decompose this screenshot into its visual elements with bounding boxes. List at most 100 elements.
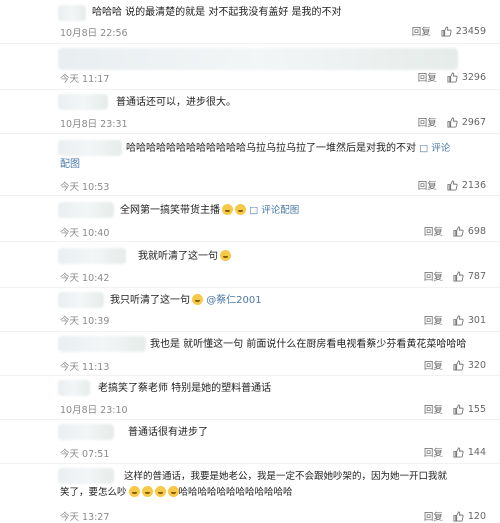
- emoji-icon: [222, 204, 233, 215]
- like-count: 301: [467, 314, 486, 326]
- comment-time: 今天 10:53: [60, 182, 110, 193]
- reply-button[interactable]: 回复: [424, 313, 443, 327]
- comment-time: 10月8日 23:31: [60, 119, 128, 130]
- comment-text: 普通话还可以，进步很大。: [116, 97, 236, 108]
- like-button[interactable]: 155: [453, 404, 486, 415]
- comment-actions: 回复 2967: [418, 115, 486, 130]
- reply-button[interactable]: 回复: [424, 224, 443, 238]
- comment-text: 老搞笑了蔡老师 特别是她的塑料普通话: [98, 383, 272, 394]
- comment-actions: 回复 320: [424, 358, 486, 373]
- thumbs-up-icon: [447, 116, 458, 128]
- blurred-username: [58, 140, 122, 156]
- emoji-icon: [235, 204, 246, 215]
- comment-6: 我只听清了这一句 @蔡仁2001 今天 10:39 回复 301: [0, 288, 500, 330]
- like-button[interactable]: 301: [453, 315, 486, 326]
- comment-text: 我也是 就听懂这一句 前面说什么在厨房看电视看蔡少芬看黄花菜哈哈哈: [150, 339, 467, 350]
- thumbs-up-icon: [447, 179, 458, 191]
- comment-time: 10月8日 22:56: [60, 28, 128, 39]
- like-button[interactable]: 144: [453, 447, 486, 458]
- thumbs-up-icon: [453, 314, 464, 326]
- like-button[interactable]: 320: [453, 360, 486, 371]
- reply-button[interactable]: 回复: [424, 402, 443, 416]
- comment-text-main: 我就听清了这一句: [138, 251, 218, 262]
- comment-actions: 回复 698: [424, 224, 486, 239]
- like-button[interactable]: 23459: [441, 26, 486, 37]
- comment-text-line1: 哈哈哈哈哈哈哈哈哈哈哈哈乌拉乌拉乌拉了一堆然后是对我的不对: [126, 143, 416, 154]
- comment-text-line1: 这样的普通话，我要是她老公，我是一定不会跟她吵架的，因为她一开口我就: [124, 471, 448, 482]
- blurred-content: [58, 48, 458, 70]
- reply-button[interactable]: 回复: [418, 115, 437, 129]
- comment-image-label: 评论配图: [261, 205, 300, 216]
- like-count: 787: [467, 270, 486, 282]
- like-button[interactable]: 698: [453, 226, 486, 237]
- blurred-username: [58, 336, 146, 352]
- blurred-username: [58, 202, 114, 218]
- like-button[interactable]: 787: [453, 271, 486, 282]
- comment-4: 全网第一搞笑带货主播 □ 评论配图 今天 10:40 回复 698: [0, 196, 500, 240]
- comment-text-main: 我只听清了这一句: [110, 295, 190, 306]
- blurred-username: [58, 424, 114, 440]
- reply-button[interactable]: 回复: [424, 358, 443, 372]
- reply-button[interactable]: 回复: [424, 269, 443, 283]
- reply-button[interactable]: 回复: [418, 70, 437, 84]
- like-count: 120: [467, 510, 486, 522]
- comment-actions: 回复 23459: [412, 24, 486, 39]
- like-count: 155: [467, 403, 486, 415]
- comment-image-link-2[interactable]: 配图: [60, 158, 80, 172]
- reply-button[interactable]: 回复: [424, 445, 443, 459]
- comment-time: 今天 10:42: [60, 273, 110, 284]
- comment-7: 我也是 就听懂这一句 前面说什么在厨房看电视看蔡少芬看黄花菜哈哈哈 今天 11:…: [0, 332, 500, 374]
- comment-actions: 回复 787: [424, 269, 486, 284]
- thumbs-up-icon: [441, 25, 452, 37]
- like-count: 3296: [461, 71, 486, 83]
- comment-time: 今天 11:17: [60, 74, 110, 85]
- comment-2: 普通话还可以，进步很大。 10月8日 23:31 回复 2967: [0, 90, 500, 132]
- like-count: 2967: [461, 116, 486, 128]
- comment-time: 今天 10:40: [60, 228, 110, 239]
- like-button[interactable]: 120: [453, 511, 486, 522]
- like-button[interactable]: 3296: [447, 72, 486, 83]
- emoji-icon: [154, 486, 166, 497]
- comment-time: 今天 13:27: [60, 512, 110, 523]
- comment-text: 哈哈哈 说的最清楚的就是 对不起我没有盖好 是我的不对: [92, 7, 342, 18]
- like-count: 320: [467, 359, 486, 371]
- comment-time: 今天 07:51: [60, 449, 110, 460]
- comment-image-link[interactable]: □ 评论: [419, 143, 450, 154]
- like-count: 144: [467, 446, 486, 458]
- comment-10: 这样的普通话，我要是她老公，我是一定不会跟她吵架的，因为她一开口我就 笑了，要怎…: [0, 464, 500, 523]
- emoji-icon: [220, 250, 231, 261]
- thumbs-up-icon: [453, 403, 464, 415]
- comment-text-line2: 笑了，要怎么吵 哈哈哈哈哈哈哈哈哈哈哈哈: [60, 486, 293, 500]
- emoji-icon: [192, 294, 203, 305]
- comment-image-link[interactable]: □ 评论配图: [249, 205, 299, 216]
- blurred-username: [58, 94, 108, 110]
- blurred-username: [58, 468, 114, 484]
- comment-0: 哈哈哈 说的最清楚的就是 对不起我没有盖好 是我的不对 10月8日 22:56 …: [0, 0, 500, 42]
- thumbs-up-icon: [453, 270, 464, 282]
- emoji-icon: [167, 486, 179, 497]
- comment-text: 普通话很有进步了: [128, 427, 208, 438]
- thumbs-up-icon: [453, 359, 464, 371]
- comment-text-laugh: 哈哈哈哈哈哈哈哈哈哈哈哈: [178, 487, 293, 498]
- comment-9: 普通话很有进步了 今天 07:51 回复 144: [0, 420, 500, 462]
- like-button[interactable]: 2136: [447, 180, 486, 191]
- comment-actions: 回复 120: [424, 509, 486, 523]
- comment-actions: 回复 3296: [418, 70, 486, 85]
- reply-button[interactable]: 回复: [424, 509, 443, 523]
- comment-time: 今天 10:39: [60, 316, 110, 327]
- comment-text: 我就听清了这一句: [138, 250, 231, 264]
- comment-image-label: 评论: [431, 143, 451, 154]
- thumbs-up-icon: [453, 446, 464, 458]
- reply-button[interactable]: 回复: [418, 178, 437, 192]
- comment-5: 我就听清了这一句 今天 10:42 回复 787: [0, 242, 500, 286]
- mention-link[interactable]: @蔡仁2001: [206, 295, 261, 306]
- comment-text-cont: 笑了，要怎么吵: [60, 487, 127, 498]
- comment-actions: 回复 301: [424, 313, 486, 328]
- comment-text: 全网第一搞笑带货主播 □ 评论配图: [120, 204, 299, 218]
- like-button[interactable]: 2967: [447, 117, 486, 128]
- comment-3: 哈哈哈哈哈哈哈哈哈哈哈哈乌拉乌拉乌拉了一堆然后是对我的不对 □ 评论 配图 今天…: [0, 134, 500, 194]
- emoji-icon: [141, 486, 153, 497]
- reply-button[interactable]: 回复: [412, 24, 431, 38]
- comment-1: 今天 11:17 回复 3296: [0, 44, 500, 88]
- blurred-username: [58, 380, 90, 396]
